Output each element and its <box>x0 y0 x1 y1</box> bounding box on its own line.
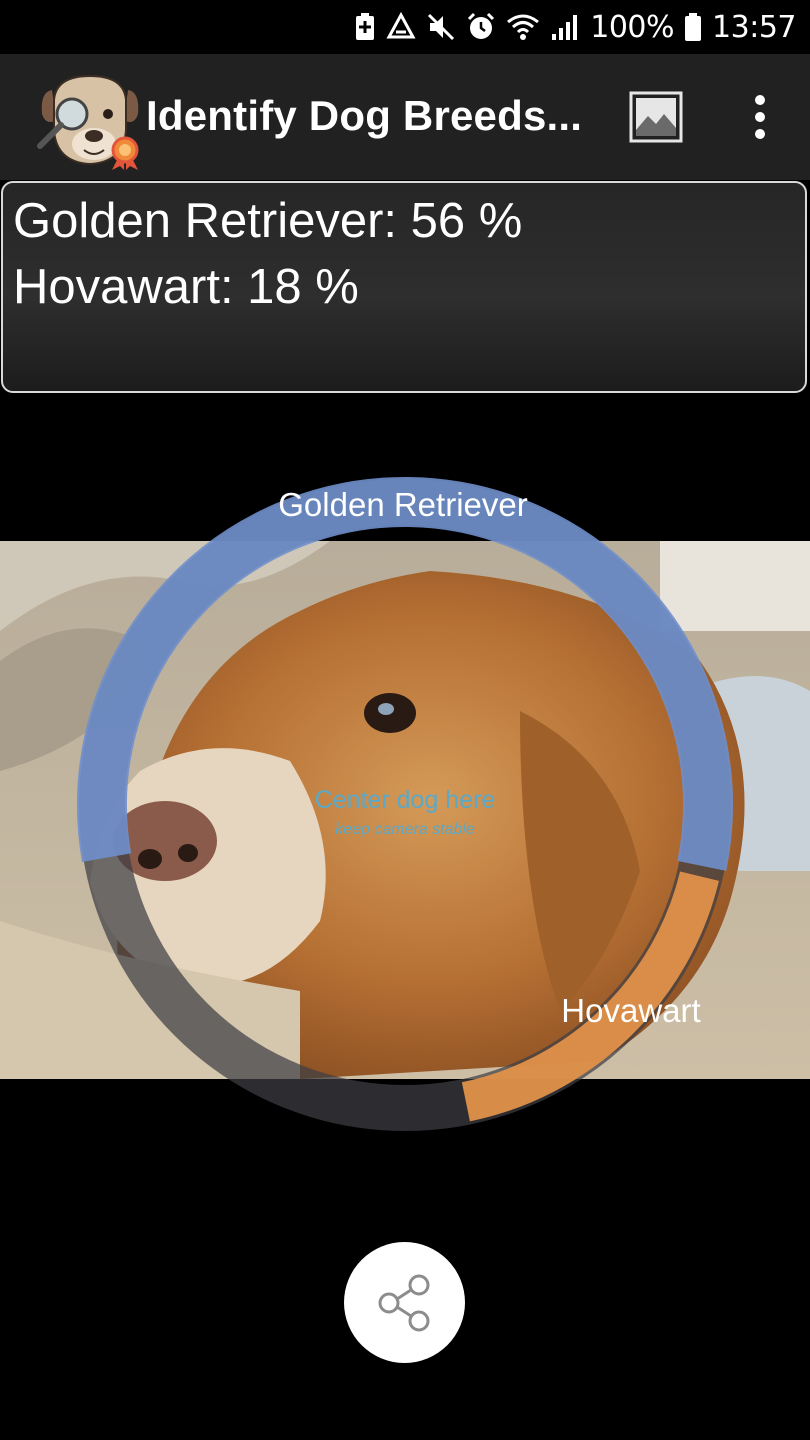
hint-subtitle: keep camera stable <box>335 821 475 838</box>
ring-label-primary: Golden Retriever <box>278 486 527 523</box>
hint-title: Center dog here <box>315 786 496 814</box>
share-button[interactable] <box>344 1242 465 1363</box>
ring-label-secondary: Hovawart <box>561 992 700 1029</box>
share-icon <box>378 1274 429 1331</box>
ring-arc-secondary <box>461 871 719 1122</box>
breed-ring-overlay: Golden Retriever Hovawart Center dog her… <box>77 476 733 1131</box>
